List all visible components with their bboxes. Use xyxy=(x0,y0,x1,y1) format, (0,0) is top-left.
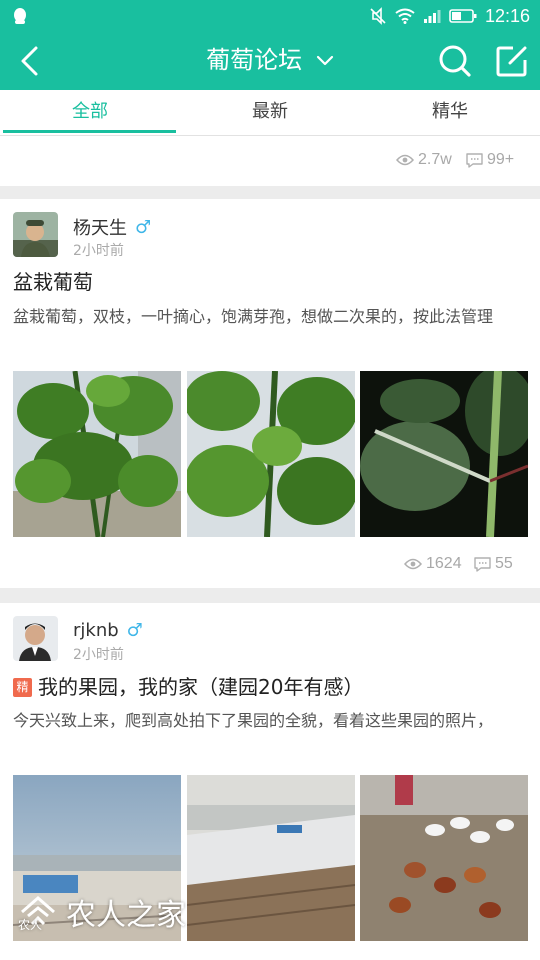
watermark-small-text: 农人 xyxy=(18,918,43,932)
post-title[interactable]: 精我的果园，我的家（建园20年有感） xyxy=(13,673,363,701)
watermark: 农人之家 农人 xyxy=(18,890,186,934)
eye-icon xyxy=(396,154,414,166)
summary-comments: 99+ xyxy=(466,150,514,170)
post-title[interactable]: 盆栽葡萄 xyxy=(13,268,93,296)
mute-icon xyxy=(370,7,386,25)
tab-featured[interactable]: 精华 xyxy=(360,90,540,135)
post-image[interactable] xyxy=(360,371,528,537)
post-time: 2小时前 xyxy=(73,647,124,663)
tab-all[interactable]: 全部 xyxy=(0,90,180,135)
summary-views: 2.7w xyxy=(396,150,452,170)
author-name[interactable]: rjknb xyxy=(73,620,119,641)
post-card[interactable]: 杨天生 ♂ 2小时前 盆栽葡萄 盆栽葡萄，双枝，一叶摘心，饱满芽孢，想做二次果的… xyxy=(0,199,540,588)
post-body: 盆栽葡萄，双枝，一叶摘心，饱满芽孢，想做二次果的，按此法管理 xyxy=(13,307,494,326)
post-comments-count: 55 xyxy=(495,555,513,572)
signal-icon xyxy=(423,10,441,23)
post-image[interactable] xyxy=(13,371,181,537)
page-title: 葡萄论坛 xyxy=(206,46,303,74)
title-bar: 葡萄论坛 xyxy=(0,32,540,90)
active-tab-indicator xyxy=(3,130,176,133)
avatar[interactable] xyxy=(13,616,58,661)
eye-icon xyxy=(404,558,422,570)
post-image[interactable] xyxy=(187,775,355,941)
battery-icon xyxy=(449,9,477,23)
post-body: 今天兴致上来，爬到高处拍下了果园的全貌，看着这些果园的照片， xyxy=(13,711,494,730)
male-icon: ♂ xyxy=(135,216,152,238)
search-icon[interactable] xyxy=(438,44,472,78)
summary-views-count: 2.7w xyxy=(418,151,452,168)
post-title-text: 我的果园，我的家（建园20年有感） xyxy=(38,675,364,699)
watermark-text: 农人之家 xyxy=(66,898,186,933)
post-comments[interactable]: 55 xyxy=(474,554,513,574)
featured-badge: 精 xyxy=(13,678,32,697)
tab-latest[interactable]: 最新 xyxy=(180,90,360,135)
post-views: 1624 xyxy=(404,554,462,574)
author-name[interactable]: 杨天生 xyxy=(73,214,127,240)
male-icon: ♂ xyxy=(126,620,143,641)
author-line: 杨天生 ♂ xyxy=(73,214,151,240)
status-time: 12:16 xyxy=(484,5,530,26)
summary-comments-count: 99+ xyxy=(487,151,515,168)
comment-icon xyxy=(474,556,491,572)
summary-stats: 2.7w 99+ xyxy=(0,136,540,186)
comment-icon xyxy=(466,152,483,168)
notification-penguin-icon xyxy=(14,8,26,24)
edit-icon[interactable] xyxy=(495,44,529,78)
post-views-count: 1624 xyxy=(426,555,462,572)
post-image[interactable] xyxy=(187,371,355,537)
status-bar: 12:16 xyxy=(0,0,540,32)
author-line: rjknb ♂ xyxy=(73,620,143,641)
avatar[interactable] xyxy=(13,212,58,257)
post-time: 2小时前 xyxy=(73,243,124,259)
wifi-icon xyxy=(395,8,415,24)
chevron-down-icon xyxy=(316,55,333,66)
post-image[interactable] xyxy=(360,775,528,941)
